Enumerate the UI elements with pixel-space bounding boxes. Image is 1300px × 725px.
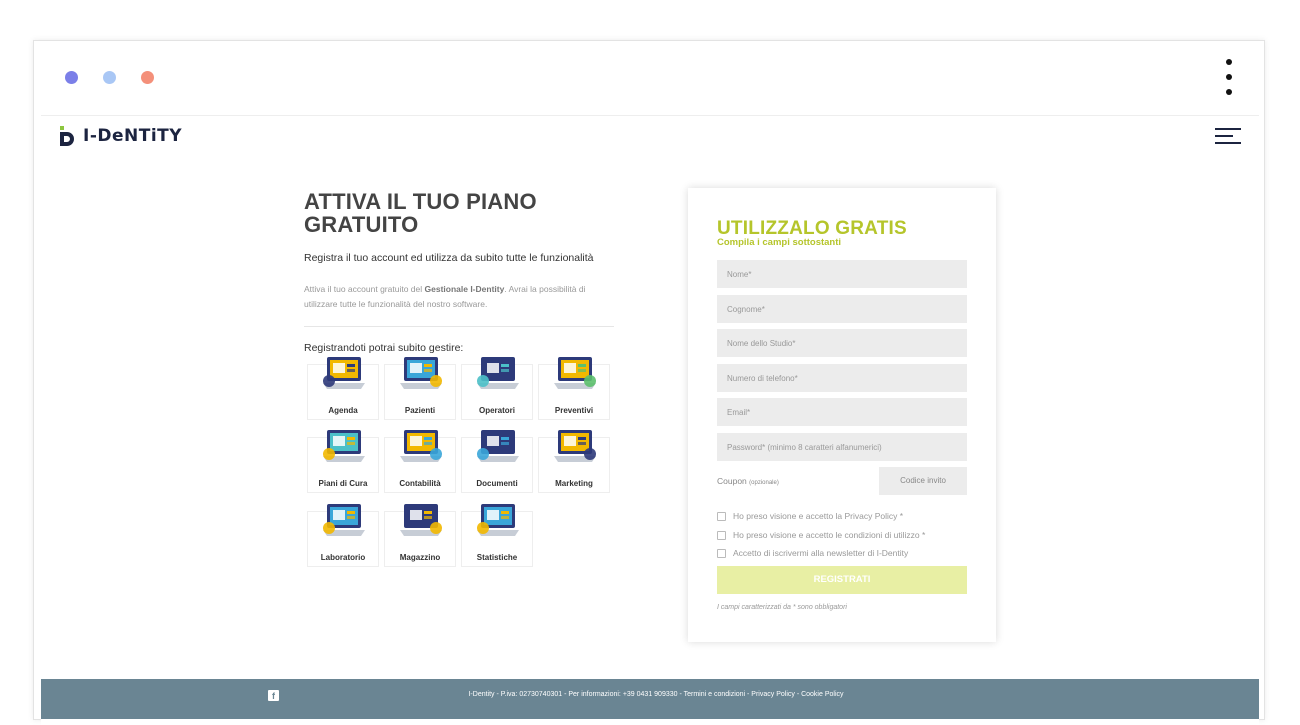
email-field[interactable]: Email* [717,398,967,426]
documenti-icon [473,424,523,470]
intro-subtitle: Registra il tuo account ed utilizza da s… [304,252,594,264]
register-button[interactable]: REGISTRATI [717,566,967,594]
cognome-field[interactable]: Cognome* [717,295,967,323]
footer: f I-Dentity - P.iva: 02730740301 - Per i… [41,679,1259,719]
form-subtitle: Compila i campi sottostanti [717,237,842,248]
feature-tile: Preventivi [538,357,610,420]
feature-label: Piani di Cura [318,479,368,488]
nome-field[interactable]: Nome* [717,260,967,288]
operatori-icon [473,351,523,397]
divider [304,326,614,327]
feature-label: Operatori [478,406,515,415]
laboratorio-icon [319,498,369,544]
signup-form-card: UTILIZZALO GRATIS Compila i campi sottos… [688,188,996,642]
checkbox-label: Ho preso visione e accetto le condizioni… [733,530,926,540]
coupon-label: Coupon (opzionale) [717,476,779,486]
feature-tile: Agenda [307,357,379,420]
contabilita-icon [396,424,446,470]
pazienti-icon [396,351,446,397]
footer-text[interactable]: I-Dentity - P.iva: 02730740301 - Per inf… [41,691,1259,698]
window-dot-lightblue [103,71,116,84]
window-dot-blue [65,71,78,84]
terms-checkbox[interactable]: Ho preso visione e accetto le condizioni… [717,529,925,541]
newsletter-checkbox[interactable]: Accetto di iscrivermi alla newsletter di… [717,547,908,559]
piani-di-cura-icon [319,424,369,470]
feature-tile: Piani di Cura [307,430,379,493]
feature-label: Agenda [328,406,358,415]
password-field[interactable]: Password* (minimo 8 caratteri alfanumeri… [717,433,967,461]
page-content: I-DeNTiTY ATTIVA IL TUO PIANO GRATUITO R… [41,115,1259,725]
feature-tile: Magazzino [384,504,456,567]
logo-mark-icon [60,126,74,146]
preventivi-icon [550,351,600,397]
more-options-icon[interactable] [1224,59,1234,99]
checkbox-box[interactable] [717,530,726,540]
phone-field[interactable]: Numero di telefono* [717,364,967,392]
checkbox-label: Accetto di iscrivermi alla newsletter di… [733,548,909,558]
window-dot-orange [141,71,154,84]
feature-tile: Statistiche [461,504,533,567]
hamburger-menu-icon[interactable] [1215,128,1241,146]
marketing-icon [550,424,600,470]
intro-section: ATTIVA IL TUO PIANO GRATUITO Registra il… [304,190,614,354]
feature-label: Preventivi [554,406,594,415]
studio-name-field[interactable]: Nome dello Studio* [717,329,967,357]
feature-label: Magazzino [399,553,441,562]
feature-label: Marketing [555,479,593,488]
checkbox-label: Ho preso visione e accetto la Privacy Po… [733,511,904,521]
logo-text: I-DeNTiTY [83,126,183,146]
browser-window: I-DeNTiTY ATTIVA IL TUO PIANO GRATUITO R… [33,40,1265,725]
checkbox-box[interactable] [717,511,726,521]
feature-tile: Marketing [538,430,610,493]
feature-tile: Laboratorio [307,504,379,567]
feature-label: Laboratorio [320,553,366,562]
feature-tile: Pazienti [384,357,456,420]
statistiche-icon [473,498,523,544]
feature-tile: Contabilità [384,430,456,493]
feature-tile: Operatori [461,357,533,420]
intro-description: Attiva il tuo account gratuito del Gesti… [304,284,586,309]
feature-label: Contabilità [399,479,441,488]
required-note: I campi caratterizzati da * sono obbliga… [717,604,847,611]
feature-label: Pazienti [404,406,436,415]
privacy-checkbox[interactable]: Ho preso visione e accetto la Privacy Po… [717,510,903,522]
feature-label: Statistiche [476,553,518,562]
checkbox-box[interactable] [717,548,726,558]
coupon-code-field[interactable]: Codice invito [879,467,967,495]
logo[interactable]: I-DeNTiTY [59,126,182,146]
magazzino-icon [396,498,446,544]
feature-tile: Documenti [461,430,533,493]
agenda-icon [319,351,369,397]
feature-label: Documenti [476,479,518,488]
page-title: ATTIVA IL TUO PIANO GRATUITO [304,189,537,237]
